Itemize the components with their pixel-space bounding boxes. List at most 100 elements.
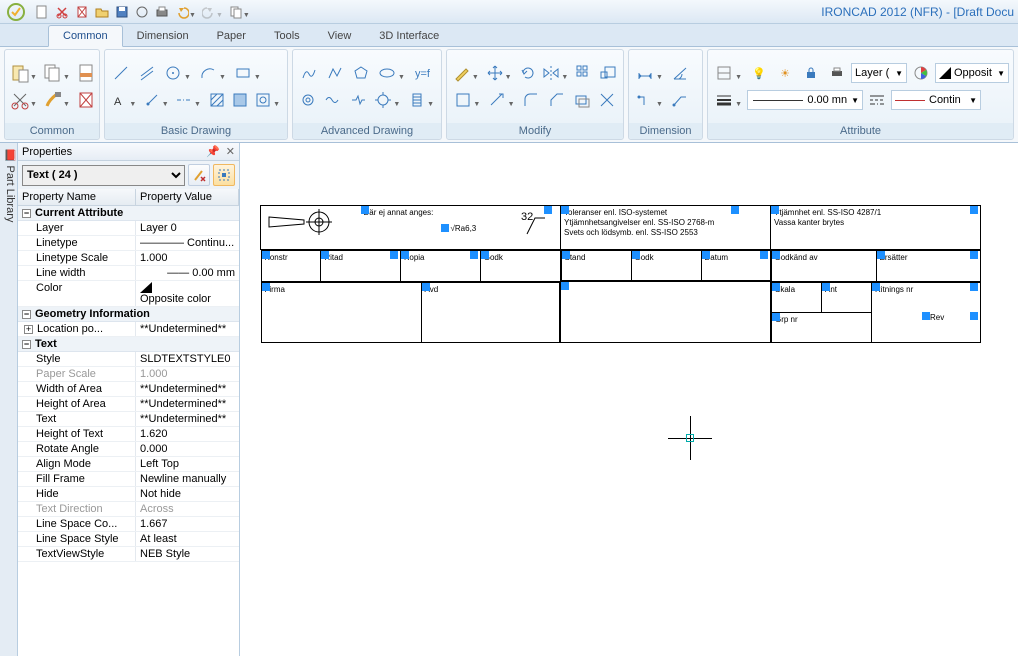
mirror-icon[interactable] (540, 61, 562, 85)
open-icon[interactable] (93, 3, 111, 21)
hatch-icon[interactable] (206, 88, 227, 112)
cut-icon[interactable] (53, 3, 71, 21)
prop-line-space-style[interactable]: Line Space StyleAt least (18, 532, 239, 547)
section-geometry[interactable]: −Geometry Information (18, 307, 239, 322)
extend-icon[interactable] (485, 88, 508, 112)
prop-height-text[interactable]: Height of Text1.620 (18, 427, 239, 442)
chamfer-icon[interactable] (545, 88, 568, 112)
close-icon[interactable]: ✕ (226, 145, 235, 158)
formula-icon[interactable]: y=f (410, 61, 434, 85)
brush-icon[interactable] (42, 88, 64, 112)
app-logo[interactable] (4, 2, 28, 22)
spline-icon[interactable] (297, 61, 321, 85)
printer-icon[interactable] (825, 61, 849, 85)
redo-dropdown-icon[interactable]: ▼ (216, 12, 223, 19)
continue-combo[interactable]: Contin▼ (891, 90, 981, 110)
new-icon[interactable] (33, 3, 51, 21)
prop-location[interactable]: +Location po...**Undetermined** (18, 322, 239, 337)
pin-icon[interactable]: 📌 (206, 145, 220, 158)
tab-view[interactable]: View (314, 26, 366, 46)
prop-style[interactable]: StyleSLDTEXTSTYLE0 (18, 352, 239, 367)
lineweight-icon[interactable] (712, 88, 736, 112)
side-tab-part-library[interactable]: 📕 Part Library (0, 143, 18, 656)
prop-line-space-coef[interactable]: Line Space Co...1.667 (18, 517, 239, 532)
tab-paper[interactable]: Paper (203, 26, 260, 46)
color-wheel-icon[interactable] (909, 61, 933, 85)
section-text[interactable]: −Text (18, 337, 239, 352)
fillet-icon[interactable] (520, 88, 543, 112)
paste-icon[interactable] (9, 61, 31, 85)
text-icon[interactable]: A (109, 88, 130, 112)
save-icon[interactable] (113, 3, 131, 21)
point-icon[interactable] (141, 88, 162, 112)
prop-rotate-angle[interactable]: Rotate Angle0.000 (18, 442, 239, 457)
cut-tool-icon[interactable] (9, 88, 31, 112)
lock-icon[interactable] (799, 61, 823, 85)
edit-icon[interactable] (451, 61, 473, 85)
polyline-icon[interactable] (323, 61, 347, 85)
clear-selection-icon[interactable] (188, 164, 210, 186)
hole-icon[interactable] (297, 88, 320, 112)
copy-dropdown-icon[interactable]: ▼ (243, 12, 250, 19)
rotate-icon[interactable] (517, 61, 539, 85)
property-grid[interactable]: −Current Attribute LayerLayer 0 Linetype… (18, 206, 239, 656)
prop-hide[interactable]: HideNot hide (18, 487, 239, 502)
width-combo[interactable]: 0.00 mn▼ (747, 90, 863, 110)
select-all-icon[interactable] (213, 164, 235, 186)
parallel-icon[interactable] (135, 61, 159, 85)
prop-color[interactable]: ColorOpposite color (18, 281, 239, 307)
gear-adv-icon[interactable] (371, 88, 394, 112)
rect-icon[interactable] (231, 61, 255, 85)
prop-height-area[interactable]: Height of Area**Undetermined** (18, 397, 239, 412)
delete-icon[interactable] (73, 3, 91, 21)
dim-leader-icon[interactable] (668, 88, 692, 112)
dim-linear-icon[interactable] (633, 61, 657, 85)
prop-line-width[interactable]: Line width—— 0.00 mm (18, 266, 239, 281)
block-icon[interactable] (253, 88, 274, 112)
move-icon[interactable] (484, 61, 506, 85)
tab-common[interactable]: Common (48, 25, 123, 47)
copy-tool-icon[interactable] (42, 61, 64, 85)
tab-3d-interface[interactable]: 3D Interface (365, 26, 453, 46)
prop-align-mode[interactable]: Align ModeLeft Top (18, 457, 239, 472)
doc-icon[interactable] (75, 61, 97, 85)
prop-fill-frame[interactable]: Fill FrameNewline manually (18, 472, 239, 487)
tab-dimension[interactable]: Dimension (123, 26, 203, 46)
prop-linetype-scale[interactable]: Linetype Scale1.000 (18, 251, 239, 266)
centerline-icon[interactable] (174, 88, 195, 112)
bulb-icon[interactable]: 💡 (747, 61, 771, 85)
layer-combo[interactable]: Layer (▼ (851, 63, 907, 83)
offset-icon[interactable] (570, 88, 593, 112)
undo-dropdown-icon[interactable]: ▼ (189, 12, 196, 19)
explode-icon[interactable] (596, 88, 619, 112)
break-icon[interactable] (347, 88, 370, 112)
thread-icon[interactable] (405, 88, 428, 112)
selection-combo[interactable]: Text ( 24 ) (22, 165, 185, 186)
arc-icon[interactable] (196, 61, 220, 85)
prop-layer[interactable]: LayerLayer 0 (18, 221, 239, 236)
prop-text-view-style[interactable]: TextViewStyleNEB Style (18, 547, 239, 562)
scale-icon[interactable] (597, 61, 619, 85)
prop-linetype[interactable]: Linetype———— Continu... (18, 236, 239, 251)
polygon-icon[interactable] (349, 61, 373, 85)
circle-tool-icon[interactable] (161, 61, 185, 85)
trim-icon[interactable] (451, 88, 474, 112)
sun-icon[interactable]: ☀ (773, 61, 797, 85)
circle-icon[interactable] (133, 3, 151, 21)
drawing-canvas[interactable]: Där ej annat anges:√Ra6,332 Toleranser e… (240, 143, 1018, 656)
section-current-attribute[interactable]: −Current Attribute (18, 206, 239, 221)
linetype-icon[interactable] (865, 88, 889, 112)
dim-angular-icon[interactable] (668, 61, 692, 85)
tab-tools[interactable]: Tools (260, 26, 314, 46)
ellipse-icon[interactable] (375, 61, 399, 85)
delete-tool-icon[interactable] (75, 88, 97, 112)
attr-tool1-icon[interactable] (712, 61, 736, 85)
dim-radial-icon[interactable] (633, 88, 657, 112)
prop-text[interactable]: Text**Undetermined** (18, 412, 239, 427)
opposite-combo[interactable]: Opposit▼ (935, 63, 1009, 83)
prop-width-area[interactable]: Width of Area**Undetermined** (18, 382, 239, 397)
line-icon[interactable] (109, 61, 133, 85)
array-icon[interactable] (573, 61, 595, 85)
wave-icon[interactable] (322, 88, 345, 112)
print-icon[interactable] (153, 3, 171, 21)
